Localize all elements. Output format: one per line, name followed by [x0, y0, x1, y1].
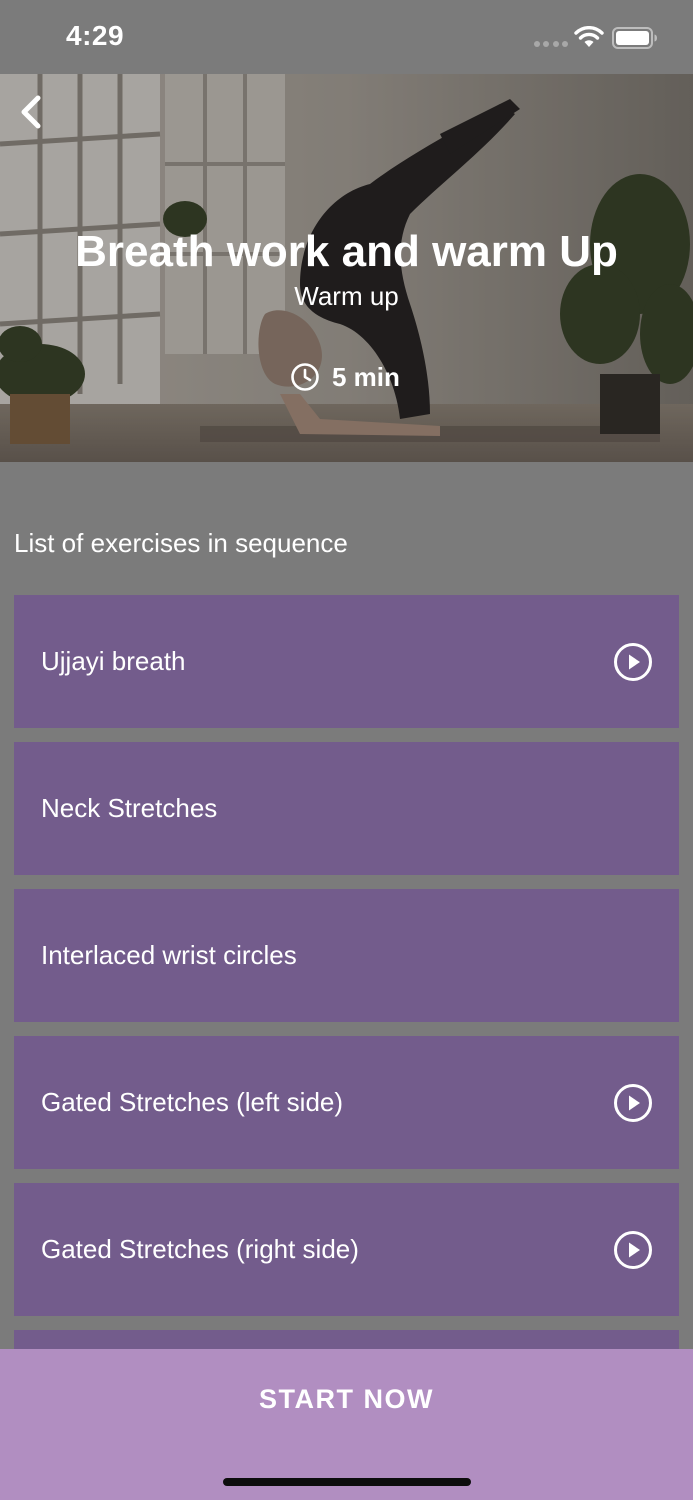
exercise-label: Interlaced wrist circles: [41, 940, 297, 970]
wifi-icon: [574, 26, 604, 47]
duration-text: 5 min: [332, 361, 400, 392]
exercise-item[interactable]: Neck Stretches: [14, 742, 679, 875]
hero-banner: Breath work and warm Up Warm up 5 min: [0, 74, 693, 462]
play-circle-icon[interactable]: [613, 642, 653, 682]
cellular-signal-icon: [534, 41, 568, 47]
workout-detail-screen: 4:29 Breath work and warm Up Warm up 5 m…: [0, 0, 693, 1500]
status-bar: 4:29: [0, 0, 693, 74]
exercise-item[interactable]: Interlaced wrist circles: [14, 889, 679, 1022]
duration: 5 min: [290, 360, 400, 394]
status-time: 4:29: [66, 20, 125, 51]
exercise-item[interactable]: Gated Stretches (left side): [14, 1036, 679, 1169]
exercise-label: Gated Stretches (left side): [41, 1087, 344, 1117]
exercise-label: Ujjayi breath: [41, 646, 186, 676]
play-circle-icon[interactable]: [613, 1083, 653, 1123]
exercise-list: Ujjayi breath Neck Stretches Interlaced …: [14, 595, 679, 1477]
play-circle-icon[interactable]: [613, 1230, 653, 1270]
exercise-item[interactable]: Ujjayi breath: [14, 595, 679, 728]
home-indicator: [223, 1478, 471, 1486]
battery-icon: [612, 27, 657, 49]
start-now-button[interactable]: START NOW: [0, 1349, 693, 1500]
exercise-item[interactable]: Gated Stretches (right side): [14, 1183, 679, 1316]
workout-title: Breath work and warm Up: [75, 227, 618, 276]
exercise-list-heading: List of exercises in sequence: [14, 528, 348, 558]
back-button[interactable]: [14, 92, 50, 132]
exercise-label: Neck Stretches: [41, 793, 218, 823]
exercise-label: Gated Stretches (right side): [41, 1234, 359, 1264]
start-now-label: START NOW: [259, 1384, 434, 1414]
workout-subtitle: Warm up: [294, 281, 399, 311]
clock-icon: [291, 363, 319, 391]
